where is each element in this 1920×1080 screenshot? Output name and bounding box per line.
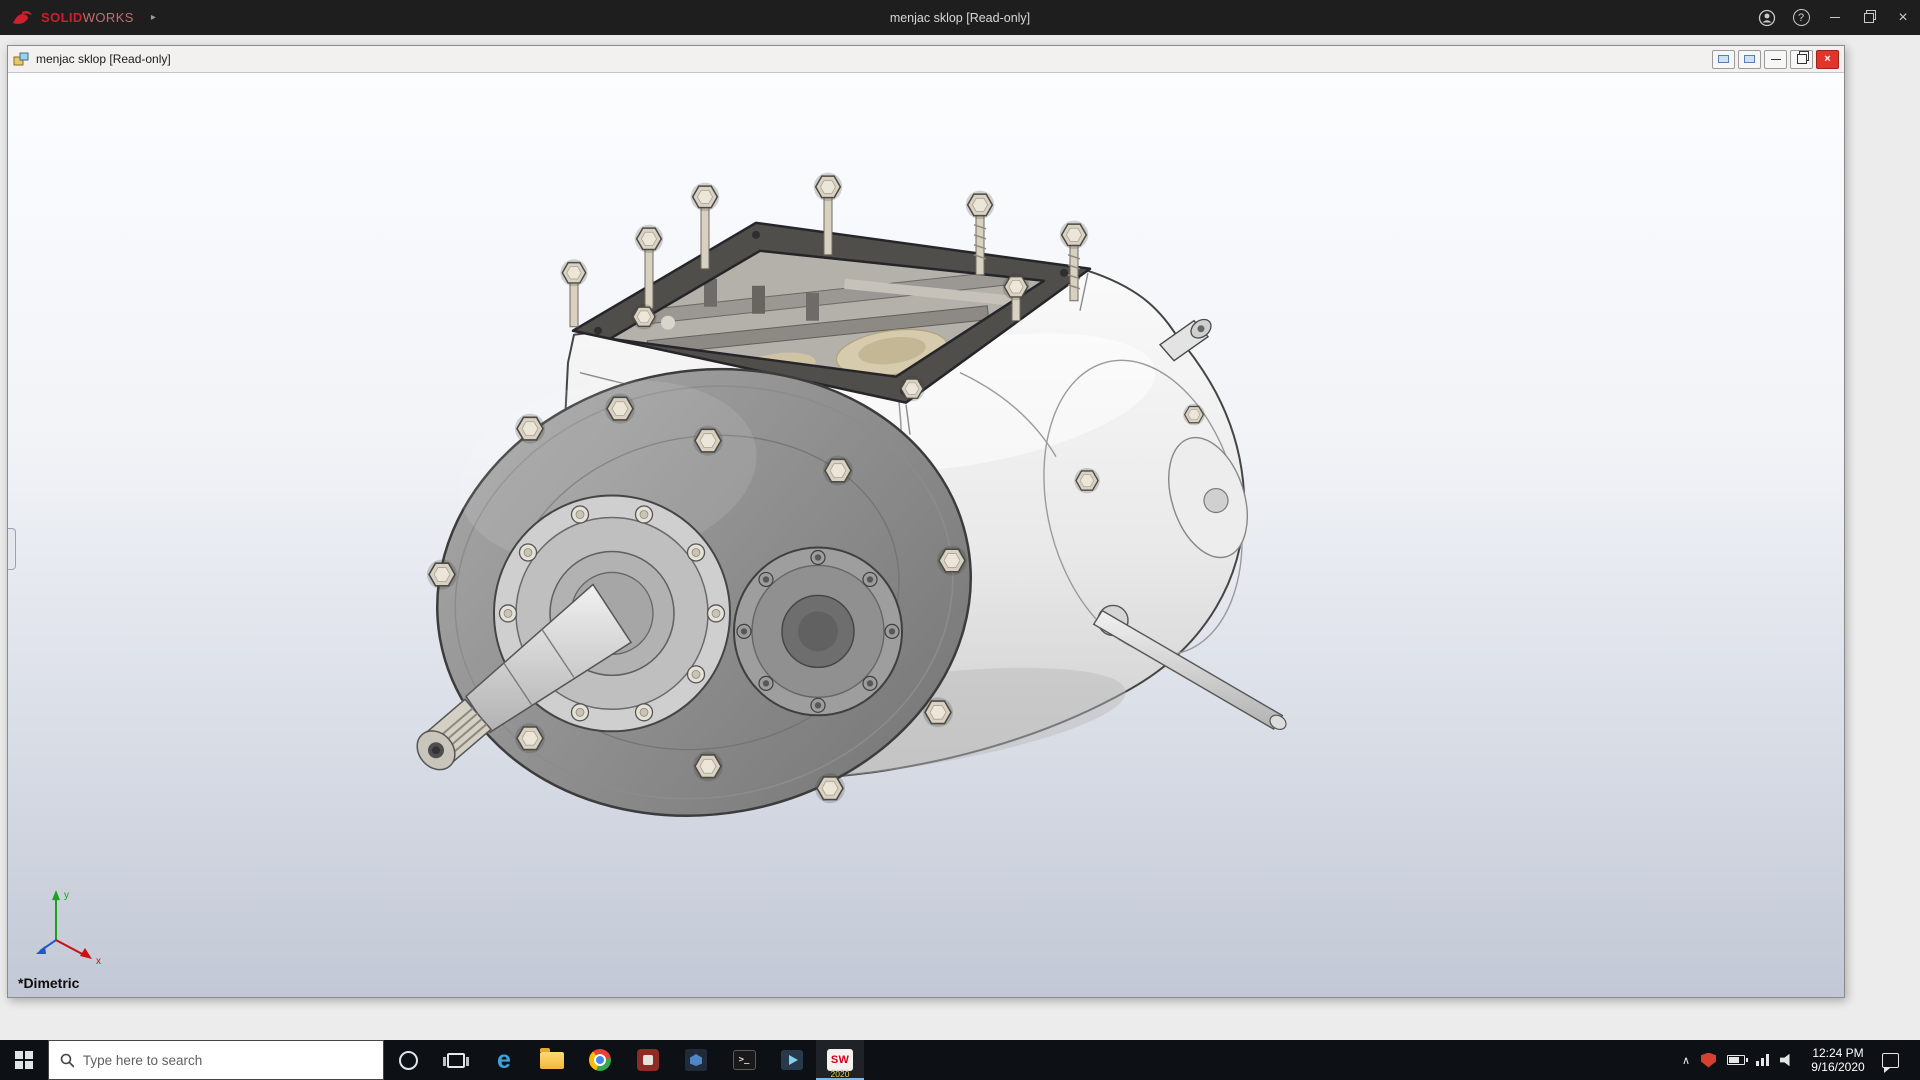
view-orientation-label: *Dimetric	[18, 975, 80, 991]
account-icon	[1758, 9, 1776, 26]
solidworks-version-badge: 2020	[830, 1069, 850, 1079]
restore-icon	[1864, 9, 1876, 23]
file-explorer-button[interactable]	[528, 1040, 576, 1080]
panel-collapse-handle[interactable]	[8, 528, 16, 570]
triad-y-label: y	[64, 890, 69, 901]
new-window-icon	[1718, 55, 1729, 63]
orientation-triad[interactable]: y x	[36, 890, 101, 967]
app-close-button[interactable]: ×	[1886, 0, 1920, 35]
start-button[interactable]	[0, 1040, 48, 1080]
graphics-viewport[interactable]: y x *Dimetric	[8, 73, 1844, 997]
edge-icon: e	[497, 1045, 511, 1074]
pinned-app-button-2[interactable]	[672, 1040, 720, 1080]
antivirus-tray-icon[interactable]	[1701, 1052, 1716, 1068]
app-window-title: menjac sklop [Read-only]	[889, 10, 1031, 25]
close-icon: ×	[1898, 8, 1908, 26]
doc-split-view-button[interactable]	[1738, 49, 1761, 69]
pinned-app-icon-1	[637, 1049, 659, 1071]
search-input[interactable]	[82, 1052, 372, 1068]
gearbox-3d-model[interactable]: y x	[8, 73, 1844, 997]
pinned-app-icon-2	[685, 1049, 707, 1071]
volume-icon[interactable]	[1780, 1053, 1790, 1067]
windows-logo-icon	[15, 1051, 33, 1069]
solidworks-app-icon: SW	[827, 1049, 853, 1071]
split-view-icon	[1744, 55, 1755, 63]
taskbar-clock[interactable]: 12:24 PM 9/16/2020	[1805, 1046, 1871, 1074]
task-view-icon	[443, 1052, 469, 1068]
solidworks-brand: SOLIDWORKS ▸	[0, 9, 156, 26]
battery-icon[interactable]	[1727, 1055, 1748, 1065]
minimize-icon	[1770, 58, 1781, 60]
clock-time: 12:24 PM	[1812, 1046, 1864, 1060]
ds-logo-icon	[13, 11, 32, 24]
app-minimize-button[interactable]	[1818, 0, 1852, 35]
windows-taskbar: e >_ SW 2020 ∧ 12:24 PM 9/16/2020	[0, 1040, 1920, 1080]
assembly-document-icon	[13, 52, 29, 66]
chrome-button[interactable]	[576, 1040, 624, 1080]
secondary-bearing-cover[interactable]	[733, 546, 903, 717]
pinned-app-button-1[interactable]	[624, 1040, 672, 1080]
brand-name: SOLIDWORKS	[41, 10, 134, 25]
doc-restore-button[interactable]	[1790, 49, 1813, 69]
edge-button[interactable]: e	[480, 1040, 528, 1080]
menu-flyout-arrow-icon[interactable]: ▸	[151, 12, 156, 23]
cortana-icon	[398, 1050, 418, 1070]
triad-z-arrow	[36, 946, 46, 955]
solidworks-app-button[interactable]: SW 2020	[816, 1040, 864, 1080]
account-button[interactable]	[1750, 0, 1784, 35]
cortana-button[interactable]	[384, 1040, 432, 1080]
doc-minimize-button[interactable]	[1764, 49, 1787, 69]
triad-x-arrow	[80, 948, 92, 960]
document-title: menjac sklop [Read-only]	[36, 52, 171, 66]
app-restore-button[interactable]	[1852, 0, 1886, 35]
file-explorer-icon	[540, 1047, 564, 1069]
pinned-app-button-4[interactable]	[768, 1040, 816, 1080]
pinned-app-button-3[interactable]: >_	[720, 1040, 768, 1080]
terminal-icon: >_	[732, 1050, 756, 1070]
document-window: menjac sklop [Read-only] × y x *Dimetric	[7, 45, 1845, 998]
help-button[interactable]: ?	[1784, 0, 1818, 35]
taskbar-search-box[interactable]	[48, 1040, 384, 1080]
clock-date: 9/16/2020	[1811, 1060, 1865, 1074]
doc-new-window-button[interactable]	[1712, 49, 1735, 69]
triad-x-label: x	[96, 956, 101, 967]
app-titlebar: SOLIDWORKS ▸ menjac sklop [Read-only] ? …	[0, 0, 1920, 35]
system-tray: ∧ 12:24 PM 9/16/2020	[1682, 1040, 1920, 1080]
task-view-button[interactable]	[432, 1040, 480, 1080]
help-icon: ?	[1792, 9, 1810, 26]
triad-y-arrow	[52, 890, 60, 901]
media-app-icon	[781, 1050, 803, 1070]
document-titlebar[interactable]: menjac sklop [Read-only] ×	[8, 46, 1844, 73]
close-icon: ×	[1824, 53, 1831, 65]
action-center-icon[interactable]	[1882, 1052, 1899, 1073]
search-icon	[60, 1053, 74, 1068]
doc-close-button[interactable]: ×	[1816, 49, 1839, 69]
minimize-icon	[1830, 17, 1840, 18]
restore-icon	[1796, 51, 1809, 64]
tray-expand-icon[interactable]: ∧	[1682, 1054, 1690, 1067]
network-icon[interactable]	[1756, 1054, 1769, 1066]
chrome-icon	[589, 1049, 611, 1071]
